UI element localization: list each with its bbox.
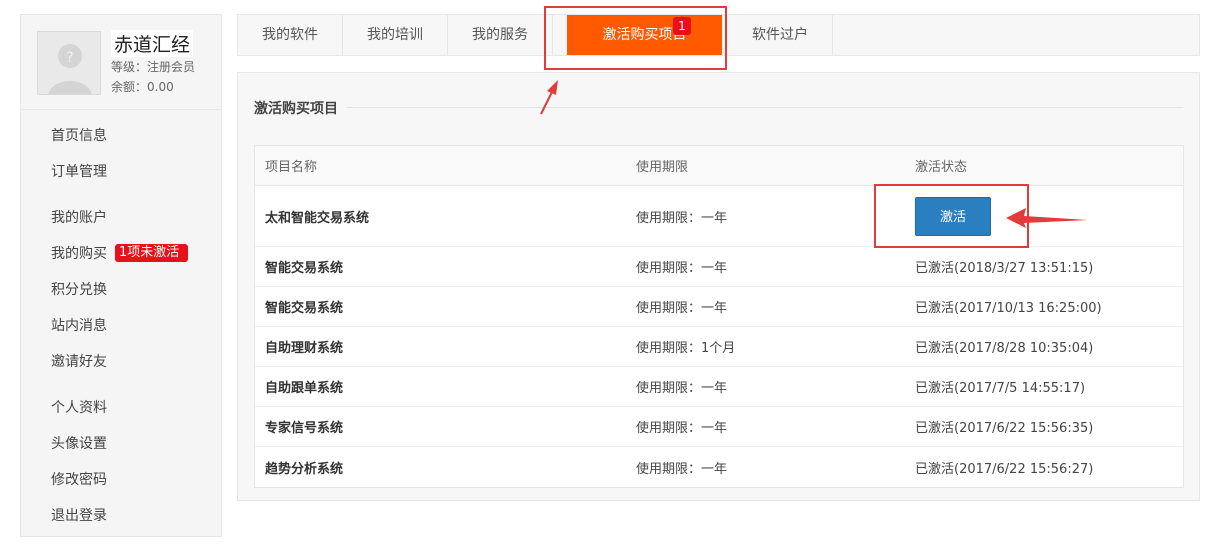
tab-software-transfer[interactable]: 软件过户 — [728, 15, 833, 55]
project-name: 智能交易系统 — [265, 301, 344, 316]
avatar[interactable]: ? — [37, 31, 101, 95]
sidebar-item-label: 邀请好友 — [51, 354, 107, 370]
activation-status: 已激活(2017/7/5 14:55:17) — [915, 381, 1086, 396]
sidebar-item-label: 订单管理 — [51, 164, 107, 180]
sidebar-item-label: 退出登录 — [51, 508, 107, 524]
usage-period: 使用期限：一年 — [636, 261, 728, 276]
project-name: 太和智能交易系统 — [265, 210, 370, 226]
purchases-table: 项目名称 使用期限 激活状态 太和智能交易系统 使用期限：一年 激活 智能交易系… — [254, 145, 1184, 488]
sidebar-item-avatar[interactable]: 头像设置 — [21, 426, 221, 462]
table-row: 趋势分析系统 使用期限：一年 已激活(2017/6/22 15:56:27) — [255, 447, 1183, 487]
table-row: 智能交易系统 使用期限：一年 已激活(2018/3/27 13:51:15) — [255, 247, 1183, 287]
sidebar-item-logout[interactable]: 退出登录 — [21, 498, 221, 534]
sidebar-item-messages[interactable]: 站内消息 — [21, 308, 221, 344]
table-row: 自助跟单系统 使用期限：一年 已激活(2017/7/5 14:55:17) — [255, 367, 1183, 407]
project-name: 自助跟单系统 — [265, 381, 344, 396]
sidebar-item-label: 站内消息 — [51, 318, 107, 334]
sidebar: ? 赤道汇经 等级：注册会员 余额：0.00 首页信息 订单管理 我的账户 我的… — [20, 14, 222, 537]
sidebar-item-label: 我的购买 — [51, 246, 107, 262]
sidebar-item-points[interactable]: 积分兑换 — [21, 272, 221, 308]
svg-text:?: ? — [66, 50, 73, 66]
section-divider — [346, 107, 1183, 108]
member-level: 等级：注册会员 — [111, 60, 196, 74]
avatar-placeholder-icon: ? — [38, 32, 100, 94]
activation-status: 已激活(2017/6/22 15:56:27) — [915, 461, 1094, 477]
account-balance: 余额：0.00 — [111, 80, 174, 94]
sidebar-item-label: 积分兑换 — [51, 282, 107, 298]
user-profile: ? 赤道汇经 等级：注册会员 余额：0.00 — [21, 15, 221, 110]
sidebar-item-label: 首页信息 — [51, 128, 107, 144]
sidebar-item-label: 修改密码 — [51, 472, 107, 488]
button-highlight-box — [874, 184, 1029, 248]
usage-period: 使用期限：一年 — [636, 381, 728, 396]
sidebar-item-password[interactable]: 修改密码 — [21, 462, 221, 498]
table-row: 自助理财系统 使用期限：1个月 已激活(2017/8/28 10:35:04) — [255, 327, 1183, 367]
sidebar-item-label: 我的账户 — [51, 210, 107, 226]
column-header-period: 使用期限 — [636, 160, 689, 175]
project-name: 专家信号系统 — [265, 421, 344, 436]
usage-period: 使用期限：一年 — [636, 210, 728, 226]
tab-my-services[interactable]: 我的服务 — [448, 15, 553, 55]
activation-status: 已激活(2018/3/27 13:51:15) — [915, 261, 1094, 276]
table-row: 太和智能交易系统 使用期限：一年 激活 — [255, 186, 1183, 247]
table-header: 项目名称 使用期限 激活状态 — [255, 146, 1183, 186]
column-header-status: 激活状态 — [915, 160, 968, 175]
tab-my-training[interactable]: 我的培训 — [343, 15, 448, 55]
activation-status: 已激活(2017/6/22 15:56:35) — [915, 421, 1094, 436]
project-name: 智能交易系统 — [265, 261, 344, 276]
usage-period: 使用期限：一年 — [636, 421, 728, 436]
tab-highlight-box — [544, 6, 727, 70]
sidebar-item-orders[interactable]: 订单管理 — [21, 154, 221, 190]
project-name: 趋势分析系统 — [265, 461, 344, 477]
usage-period: 使用期限：一年 — [636, 461, 728, 477]
sidebar-item-label: 头像设置 — [51, 436, 107, 452]
sidebar-item-account[interactable]: 我的账户 — [21, 200, 221, 236]
table-row: 智能交易系统 使用期限：一年 已激活(2017/10/13 16:25:00) — [255, 287, 1183, 327]
username: 赤道汇经 — [111, 30, 194, 57]
main-panel: 激活购买项目 项目名称 使用期限 激活状态 太和智能交易系统 使用期限：一年 激… — [237, 72, 1200, 501]
activation-status: 已激活(2017/8/28 10:35:04) — [915, 341, 1094, 356]
sidebar-item-home[interactable]: 首页信息 — [21, 118, 221, 154]
inactive-count-badge: 1项未激活 — [115, 244, 188, 262]
sidebar-item-invite[interactable]: 邀请好友 — [21, 344, 221, 380]
sidebar-nav: 首页信息 订单管理 我的账户 我的购买 1项未激活 积分兑换 站内消息 邀请好友 … — [21, 110, 221, 534]
section-title: 激活购买项目 — [254, 101, 338, 117]
column-header-name: 项目名称 — [265, 160, 318, 175]
tab-my-software[interactable]: 我的软件 — [238, 15, 343, 55]
activation-status: 已激活(2017/10/13 16:25:00) — [915, 301, 1102, 316]
table-row: 专家信号系统 使用期限：一年 已激活(2017/6/22 15:56:35) — [255, 407, 1183, 447]
sidebar-item-profile[interactable]: 个人资料 — [21, 390, 221, 426]
project-name: 自助理财系统 — [265, 341, 344, 356]
usage-period: 使用期限：1个月 — [636, 341, 736, 356]
usage-period: 使用期限：一年 — [636, 301, 728, 316]
sidebar-item-purchases[interactable]: 我的购买 1项未激活 — [21, 236, 221, 272]
sidebar-item-label: 个人资料 — [51, 400, 107, 416]
